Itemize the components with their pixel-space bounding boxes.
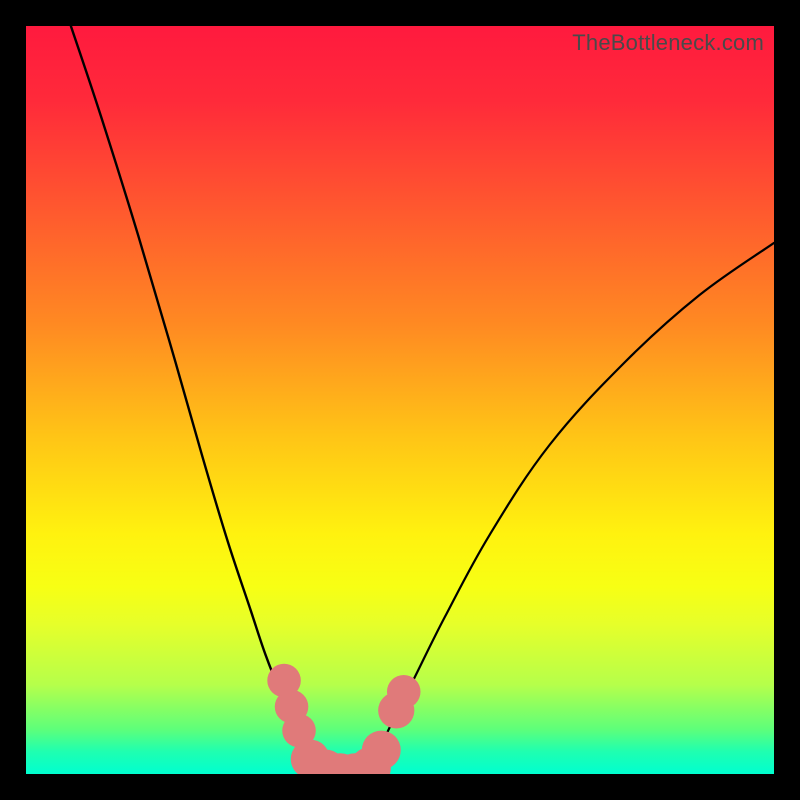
curve-layer [71,26,774,774]
left-curve [71,26,333,774]
plot-area: TheBottleneck.com [26,26,774,774]
chart-svg [26,26,774,774]
chart-frame: TheBottleneck.com [0,0,800,800]
marker-point [362,731,401,770]
marker-layer [267,664,420,774]
right-curve [363,243,774,774]
marker-point [387,675,421,709]
